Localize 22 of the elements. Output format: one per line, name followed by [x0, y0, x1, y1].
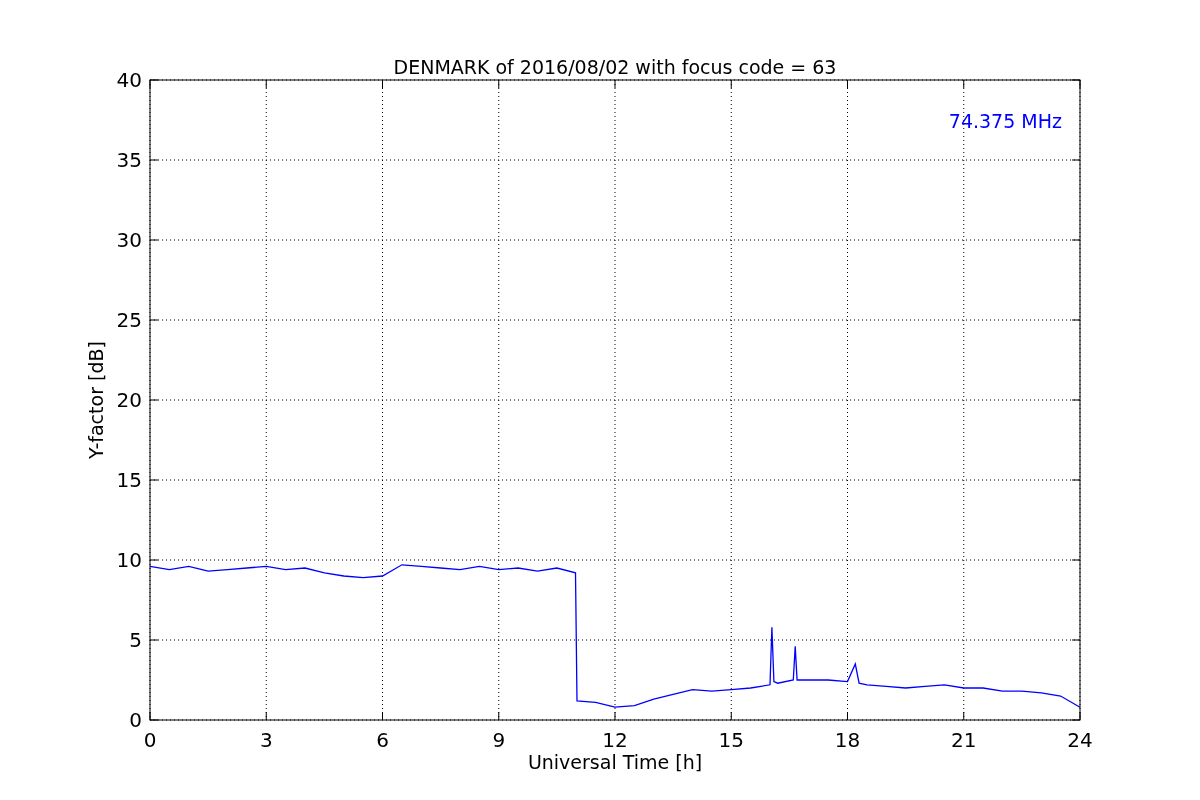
x-axis-label: Universal Time [h]: [527, 751, 703, 773]
x-tick-label: 6: [376, 728, 389, 752]
y-tick-label: 25: [116, 308, 142, 332]
x-tick-label: 21: [951, 728, 977, 752]
x-tick-label: 24: [1067, 728, 1093, 752]
x-tick-label: 15: [718, 728, 744, 752]
y-tick-label: 0: [129, 708, 142, 732]
y-tick-label: 40: [116, 68, 142, 92]
x-tick-label: 0: [143, 728, 157, 752]
y-axis-label: Y-factor [dB]: [85, 341, 107, 459]
frequency-label: 74.375 MHz: [948, 110, 1062, 132]
y-tick-label: 20: [116, 388, 142, 412]
chart-title: DENMARK of 2016/08/02 with focus code = 63: [393, 56, 837, 78]
x-tick-label: 9: [492, 728, 506, 752]
y-tick-label: 35: [116, 148, 142, 172]
y-tick-label: 30: [116, 228, 142, 252]
y-tick-label: 15: [116, 468, 142, 492]
x-tick-label: 18: [834, 728, 861, 752]
y-tick-label: 5: [129, 628, 142, 652]
x-tick-label: 3: [259, 728, 273, 752]
y-tick-label: 10: [116, 548, 142, 572]
x-tick-label: 12: [602, 728, 628, 752]
